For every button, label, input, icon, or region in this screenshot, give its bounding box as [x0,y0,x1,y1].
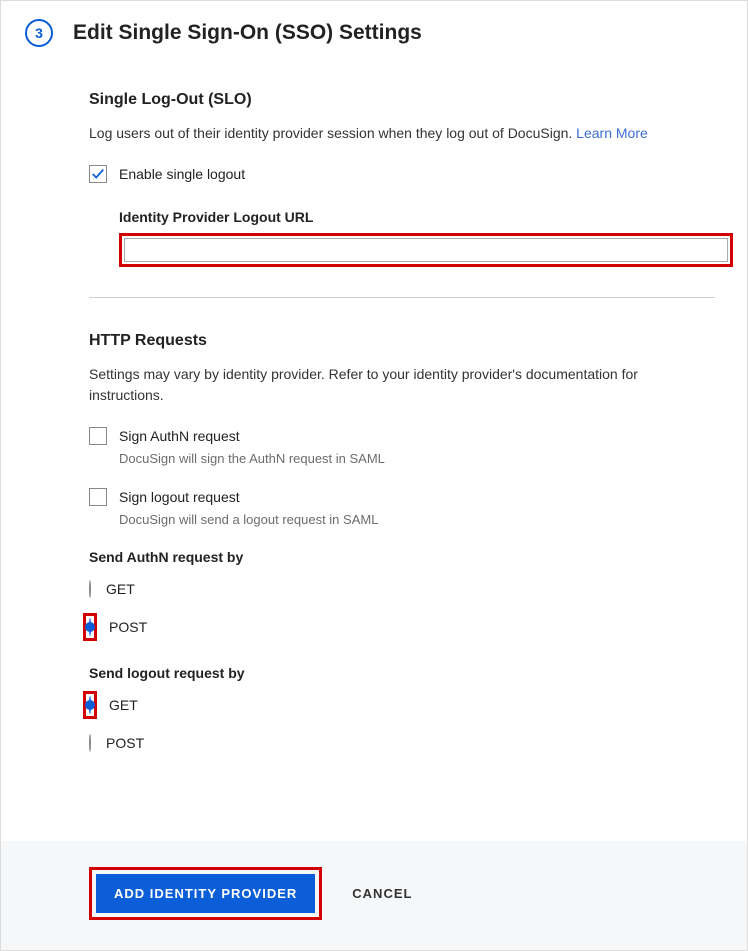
send-authn-post-highlight [83,613,97,641]
http-heading: HTTP Requests [89,332,715,350]
send-logout-post-label: POST [106,735,144,751]
sign-authn-checkbox[interactable] [89,427,107,445]
sign-logout-hint: DocuSign will send a logout request in S… [119,512,715,527]
send-authn-get-radio[interactable] [89,580,91,598]
cancel-button[interactable]: CANCEL [346,885,418,902]
footer-bar: ADD IDENTITY PROVIDER CANCEL [1,841,747,950]
check-icon [91,167,105,181]
send-logout-title: Send logout request by [89,665,715,681]
step-number: 3 [35,25,43,41]
step-badge: 3 [25,19,53,47]
add-idp-highlight: ADD IDENTITY PROVIDER [89,867,322,920]
logout-url-input[interactable] [124,238,728,262]
send-authn-get-label: GET [106,581,135,597]
page-title: Edit Single Sign-On (SSO) Settings [73,21,422,45]
logout-url-label: Identity Provider Logout URL [119,209,715,225]
sign-authn-hint: DocuSign will sign the AuthN request in … [119,451,715,466]
sign-logout-checkbox[interactable] [89,488,107,506]
send-logout-get-label: GET [109,697,138,713]
send-authn-post-radio[interactable] [89,618,91,636]
enable-slo-checkbox[interactable] [89,165,107,183]
sign-authn-label: Sign AuthN request [119,428,240,444]
send-authn-post-label: POST [109,619,147,635]
slo-description: Log users out of their identity provider… [89,123,715,143]
learn-more-link[interactable]: Learn More [576,125,648,141]
logout-url-highlight [119,233,733,267]
sign-logout-label: Sign logout request [119,489,240,505]
enable-slo-label: Enable single logout [119,166,245,182]
section-divider [89,297,715,298]
http-description: Settings may vary by identity provider. … [89,364,715,405]
send-authn-title: Send AuthN request by [89,549,715,565]
add-identity-provider-button[interactable]: ADD IDENTITY PROVIDER [96,874,315,913]
page-header: 3 Edit Single Sign-On (SSO) Settings [25,19,727,47]
send-logout-post-radio[interactable] [89,734,91,752]
send-logout-get-highlight [83,691,97,719]
slo-heading: Single Log-Out (SLO) [89,91,715,109]
send-logout-get-radio[interactable] [89,696,91,714]
